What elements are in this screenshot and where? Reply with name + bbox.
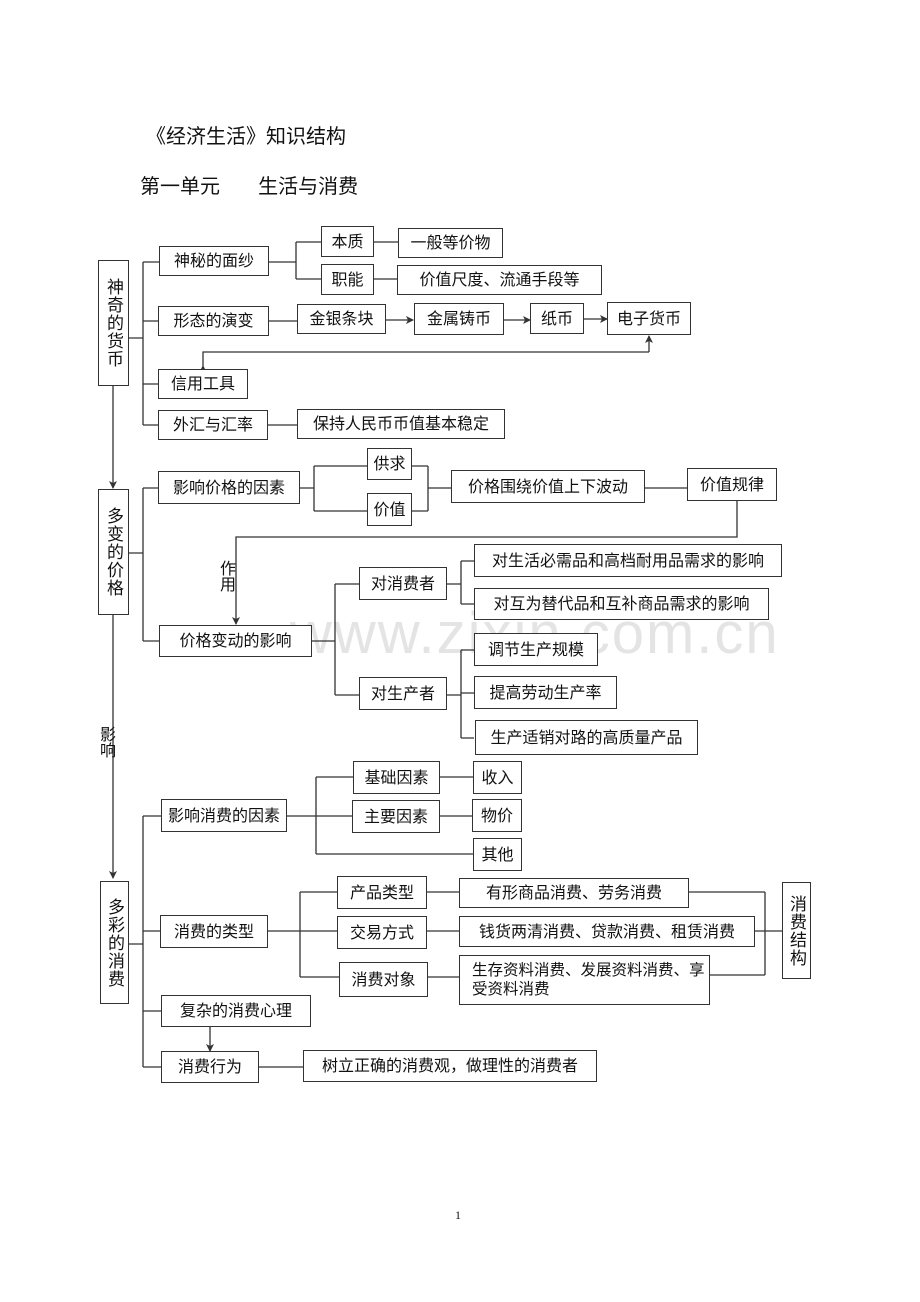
node-other-factor: 其他	[473, 838, 522, 871]
node-basic-value: 收入	[473, 761, 522, 794]
node-consumer-item-2: 对互为替代品和互补商品需求的影响	[474, 588, 769, 620]
node-object-value: 生存资料消费、发展资料消费、享受资料消费	[459, 955, 710, 1005]
node-transaction-value: 钱货两清消费、贷款消费、租赁消费	[459, 916, 755, 947]
node-functions: 职能	[321, 264, 374, 295]
node-credit: 信用工具	[158, 369, 248, 399]
node-price-factors: 影响价格的因素	[158, 471, 300, 504]
node-consumption-factors: 影响消费的因素	[161, 799, 287, 832]
node-consumption-root: 多彩的消费	[100, 881, 129, 1004]
node-behavior-value: 树立正确的消费观，做理性的消费者	[303, 1050, 597, 1082]
node-transaction: 交易方式	[337, 916, 427, 949]
consumption-trunk	[128, 815, 161, 1068]
node-forex-value: 保持人民币币值基本稳定	[297, 409, 505, 439]
effect-label: 作用	[217, 560, 236, 592]
node-forex: 外汇与汇率	[158, 410, 268, 440]
node-producer-item-2: 提高劳动生产率	[474, 676, 617, 709]
money-trunk	[128, 261, 159, 426]
node-essence-value: 一般等价物	[398, 228, 503, 258]
node-producer-item-3: 生产适销对路的高质量产品	[475, 720, 698, 755]
node-producer-item-1: 调节生产规模	[474, 633, 598, 666]
credit-loop	[199, 351, 649, 373]
node-form-step-1: 金银条块	[297, 304, 386, 334]
node-veil: 神秘的面纱	[159, 246, 269, 276]
node-money-root: 神奇的货币	[98, 260, 129, 386]
price-trunk	[128, 487, 160, 642]
node-supply-demand: 供求	[367, 448, 412, 480]
node-object: 消费对象	[339, 962, 428, 997]
node-product-type: 产品类型	[337, 876, 427, 909]
node-consumption-psychology: 复杂的消费心理	[161, 995, 311, 1027]
node-form-step-4: 电子货币	[607, 302, 691, 335]
node-consumption-types: 消费的类型	[160, 915, 268, 948]
node-fluctuation: 价格围绕价值上下波动	[451, 470, 645, 503]
node-main-value: 物价	[472, 799, 522, 832]
node-on-consumers: 对消费者	[359, 567, 447, 600]
node-form-step-3: 纸币	[530, 303, 584, 334]
node-on-producers: 对生产者	[359, 677, 447, 710]
node-functions-value: 价值尺度、流通手段等	[397, 265, 602, 295]
node-consumption-behavior: 消费行为	[161, 1051, 259, 1083]
node-consumer-item-1: 对生活必需品和高档耐用品需求的影响	[474, 544, 782, 577]
node-basic-factor: 基础因素	[353, 761, 440, 794]
node-forms: 形态的演变	[158, 306, 269, 336]
node-price-root: 多变的价格	[98, 489, 129, 615]
node-main-factor: 主要因素	[352, 800, 440, 833]
node-consumption-structure: 消费结构	[782, 882, 811, 979]
page-number: 1	[455, 1208, 461, 1222]
connector-lines	[109, 241, 783, 1068]
node-price-impact: 价格变动的影响	[159, 625, 312, 657]
node-law-of-value: 价值规律	[687, 468, 777, 501]
node-form-step-2: 金属铸币	[414, 303, 504, 335]
node-value: 价值	[367, 493, 412, 526]
influence-label: 影响	[97, 726, 116, 758]
node-essence: 本质	[321, 226, 374, 257]
node-product-type-value: 有形商品消费、劳务消费	[459, 878, 689, 908]
